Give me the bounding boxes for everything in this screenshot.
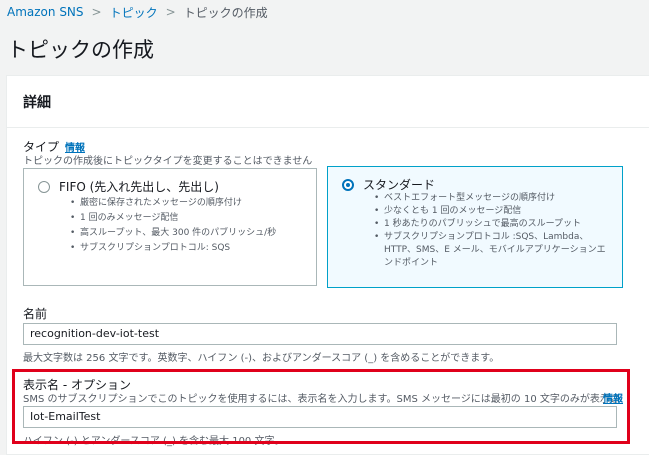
type-option-fifo[interactable]: FIFO (先入れ先出し、先出し) 厳密に保存されたメッセージの順序付け 1 回… (23, 168, 317, 286)
breadcrumb-separator-icon: > (91, 5, 102, 19)
list-item: 1 回のみメッセージ配信 (70, 211, 276, 226)
type-option-standard-title: スタンダード (363, 178, 436, 192)
breadcrumb-link-sns[interactable]: Amazon SNS (7, 5, 84, 19)
name-input[interactable]: recognition-dev-iot-test (23, 323, 617, 345)
name-label: 名前 (23, 307, 48, 321)
details-heading: 詳細 (23, 95, 51, 111)
breadcrumb: Amazon SNS > トピック > トピックの作成 (7, 3, 268, 21)
display-name-info-link[interactable]: 情報 (603, 390, 623, 405)
page-title: トピックの作成 (7, 38, 154, 62)
name-hint: 最大文字数は 256 文字です。英数字、ハイフン (-)、およびアンダースコア … (23, 353, 500, 364)
list-item: サブスクリプションプロトコル :SQS、Lambda、HTTP、SMS、E メー… (374, 231, 614, 270)
list-item: 高スループット、最大 300 件のパブリッシュ/秒 (70, 226, 276, 241)
display-name-hint: ハイフン (-) とアンダースコア (_) を含む最大 100 文字。 (23, 436, 285, 447)
details-panel: 詳細 タイプ 情報 トピックの作成後にトピックタイプを変更することはできません F… (6, 75, 649, 455)
type-option-fifo-title: FIFO (先入れ先出し、先出し) (59, 180, 219, 194)
breadcrumb-current: トピックの作成 (183, 5, 268, 20)
list-item: 少なくとも 1 回のメッセージ配信 (374, 205, 614, 218)
breadcrumb-link-topics[interactable]: トピック (110, 4, 158, 21)
radio-fifo[interactable] (38, 181, 50, 193)
display-name-input[interactable]: Iot-EmailTest (23, 406, 617, 428)
type-description: トピックの作成後にトピックタイプを変更することはできません (23, 156, 313, 167)
details-panel-header: 詳細 (7, 76, 649, 128)
type-option-standard-bullets: ベストエフォート型メッセージの順序付け 少なくとも 1 回のメッセージ配信 1 … (374, 192, 614, 270)
type-option-fifo-bullets: 厳密に保存されたメッセージの順序付け 1 回のみメッセージ配信 高スループット、… (70, 196, 276, 256)
type-option-standard[interactable]: スタンダード ベストエフォート型メッセージの順序付け 少なくとも 1 回のメッセ… (327, 166, 623, 288)
list-item: 厳密に保存されたメッセージの順序付け (70, 196, 276, 211)
breadcrumb-separator-icon: > (165, 5, 176, 19)
radio-standard[interactable] (342, 179, 354, 191)
list-item: 1 秒あたりのパブリッシュで最高のスループット (374, 218, 614, 231)
list-item: サブスクリプションプロトコル: SQS (70, 241, 276, 256)
list-item: ベストエフォート型メッセージの順序付け (374, 192, 614, 205)
